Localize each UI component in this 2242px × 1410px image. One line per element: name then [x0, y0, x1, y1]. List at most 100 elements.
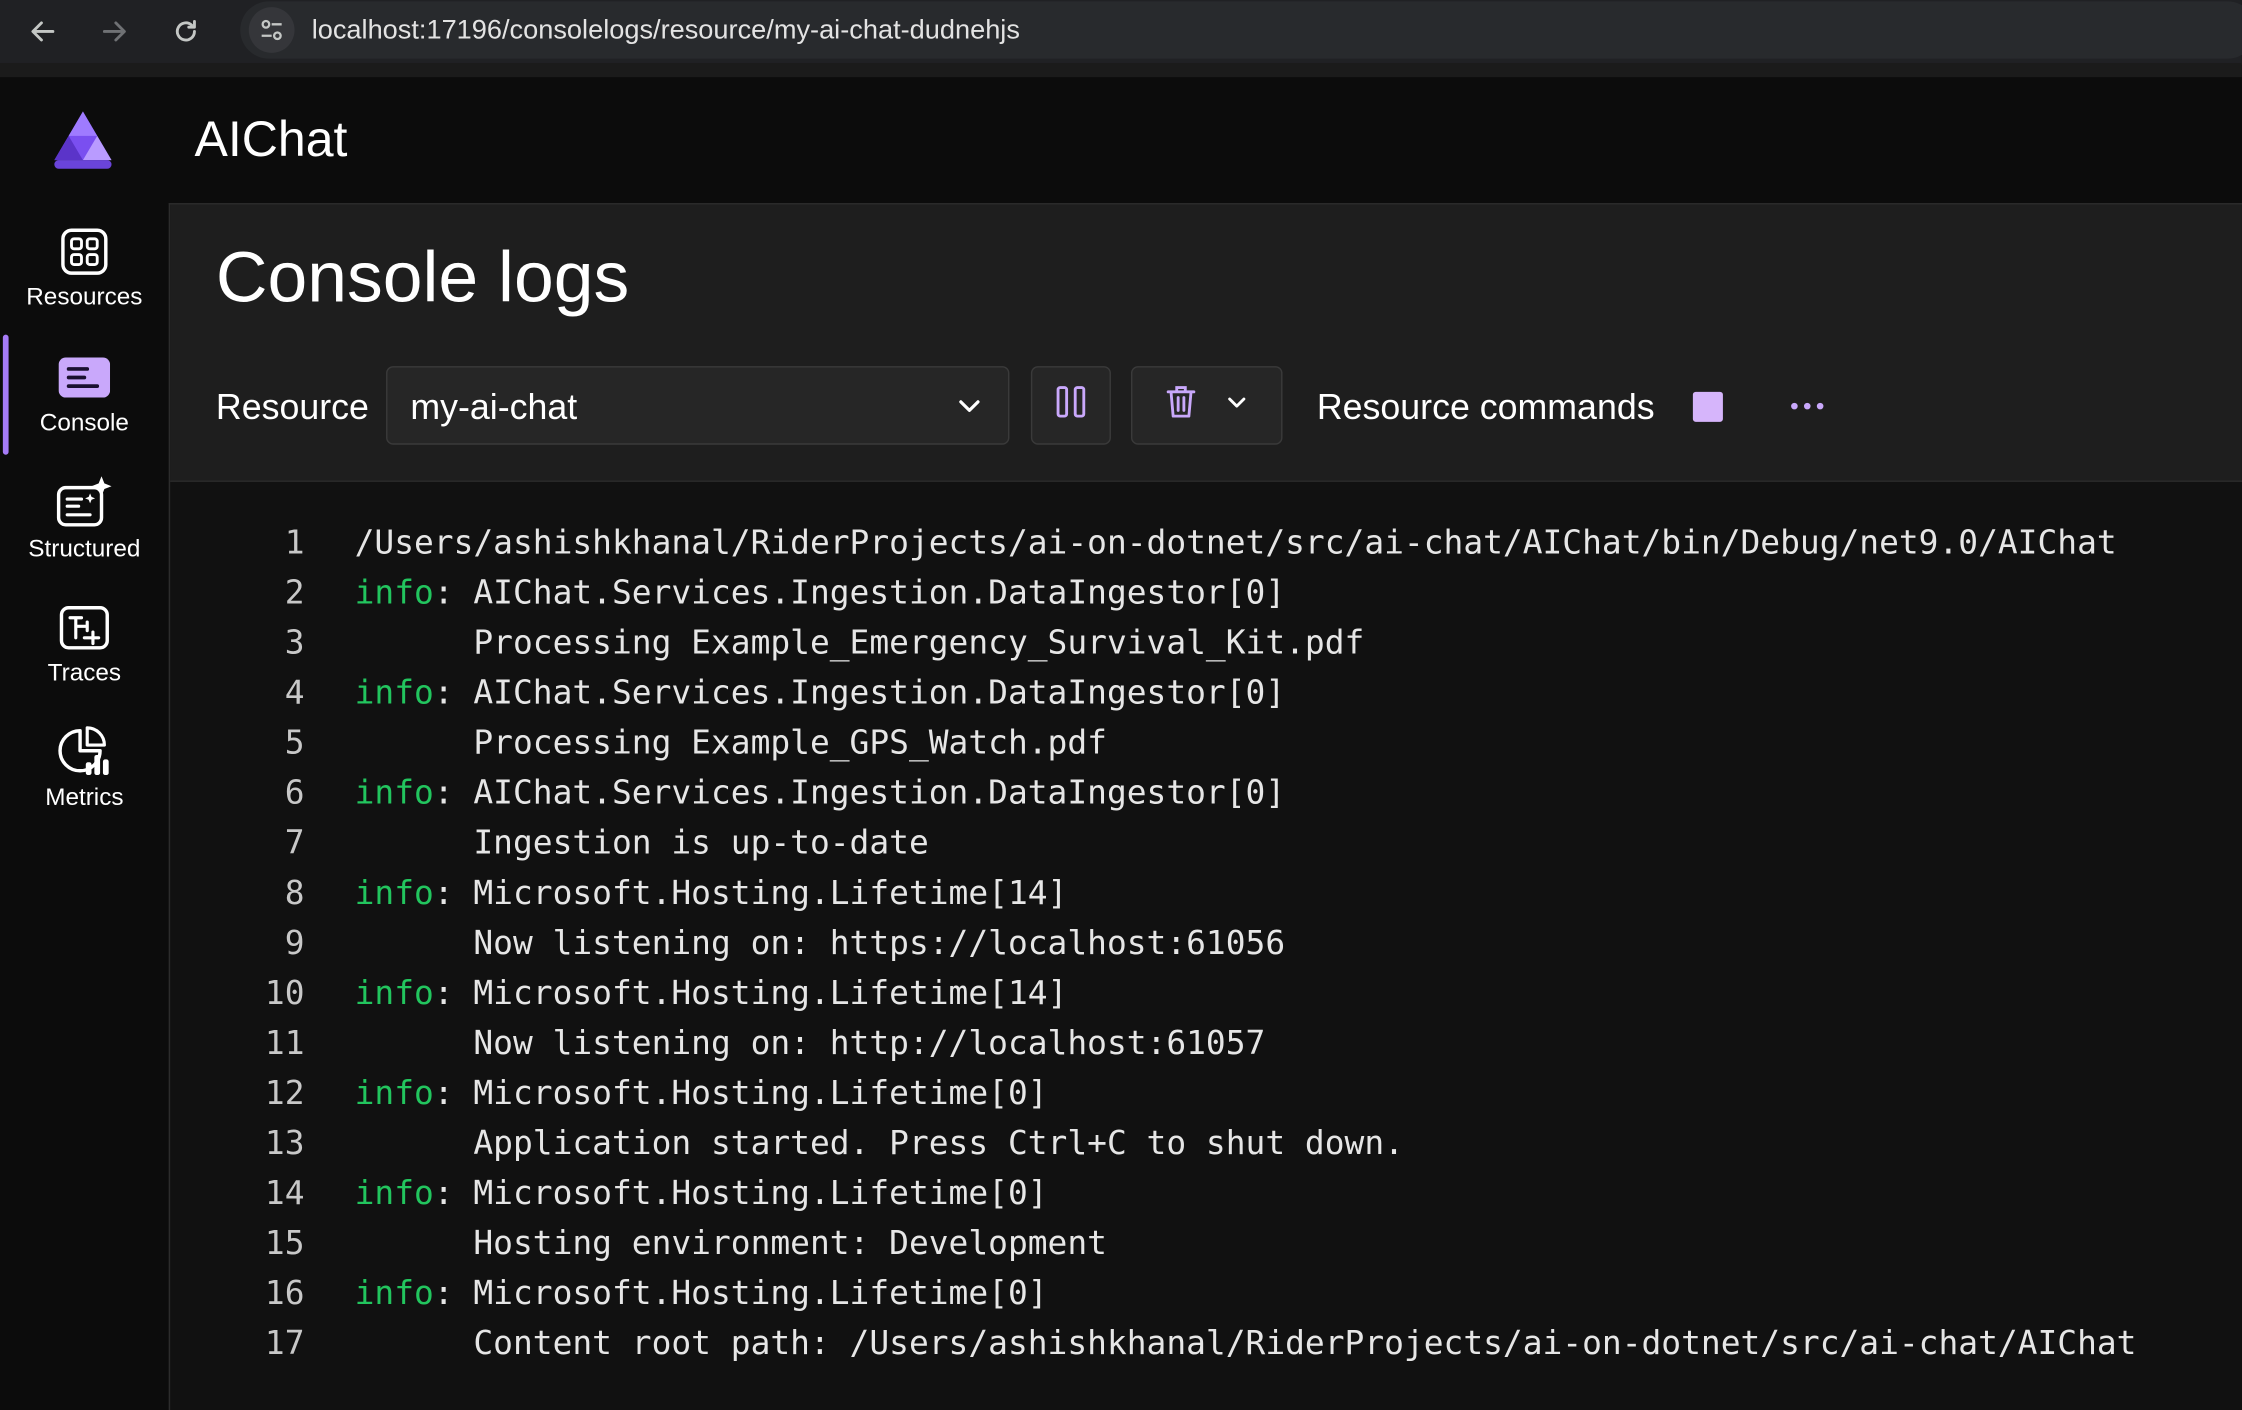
browser-toolbar: localhost:17196/consolelogs/resource/my-… — [0, 0, 2242, 65]
log-level: info — [354, 1075, 434, 1113]
log-text: Processing Example_GPS_Watch.pdf — [355, 725, 1107, 762]
log-message: Processing Example_Emergency_Survival_Ki… — [354, 624, 1365, 663]
log-line: 3 Processing Example_Emergency_Survival_… — [170, 625, 2242, 675]
sidebar-item-label: Resources — [26, 283, 143, 311]
chrome-divider — [0, 62, 2242, 78]
sidebar-item-label: Traces — [47, 659, 122, 687]
log-line: 10 info: Microsoft.Hosting.Lifetime[14] — [170, 975, 2242, 1025]
back-arrow-icon[interactable] — [23, 11, 63, 51]
log-message: : Microsoft.Hosting.Lifetime[0] — [433, 1075, 1048, 1113]
sidebar-item-structured[interactable]: Structured — [0, 466, 169, 580]
log-message: : AIChat.Services.Ingestion.DataIngestor… — [433, 775, 1286, 813]
line-number: 9 — [284, 925, 305, 963]
log-level: info — [354, 1275, 434, 1313]
log-message: Now listening on: http://localhost:61057 — [354, 1025, 1266, 1063]
log-text: info: Microsoft.Hosting.Lifetime[0] — [355, 1075, 1048, 1112]
aspire-logo-icon[interactable] — [49, 109, 118, 172]
site-settings-icon[interactable] — [248, 7, 295, 53]
log-text: Now listening on: https://localhost:6105… — [354, 925, 1286, 963]
sidebar-item-resources[interactable]: Resources — [0, 214, 169, 328]
chevron-down-icon — [954, 390, 985, 421]
reload-icon[interactable] — [166, 11, 206, 51]
log-line: 5 Processing Example_GPS_Watch.pdf — [170, 725, 2242, 775]
sidebar: Resources Console Structured Traces Metr… — [0, 203, 169, 1410]
log-line: 1/Users/ashishkhanal/RiderProjects/ai-on… — [170, 525, 2242, 575]
line-number: 3 — [284, 624, 305, 663]
log-line: 4 info: AIChat.Services.Ingestion.DataIng… — [170, 675, 2242, 725]
pause-icon — [1054, 385, 1088, 426]
more-options-icon[interactable] — [1783, 382, 1834, 431]
line-number: 15 — [264, 1225, 305, 1263]
traces-icon — [56, 599, 113, 656]
app-header: AIChat — [0, 77, 2242, 204]
toolbar: Console logs Resource my-ai-chat Resourc… — [170, 204, 2242, 482]
log-text: info: Microsoft.Hosting.Lifetime[14] — [355, 875, 1068, 912]
log-text: Ingestion is up-to-date — [354, 825, 929, 863]
log-message: /Users/ashishkhanal/RiderProjects/ai-on-… — [354, 524, 2117, 562]
log-text: info: Microsoft.Hosting.Lifetime[0] — [355, 1175, 1048, 1212]
log-text: Application started. Press Ctrl+C to shu… — [355, 1125, 1404, 1162]
log-message: Processing Example_GPS_Watch.pdf — [354, 725, 1107, 763]
log-text: Content root path: /Users/ashishkhanal/R… — [355, 1326, 2137, 1363]
line-number: 16 — [264, 1275, 305, 1313]
log-message: : Microsoft.Hosting.Lifetime[0] — [433, 1175, 1048, 1213]
clear-logs-button[interactable] — [1130, 366, 1283, 445]
log-line: 16 info: Microsoft.Hosting.Lifetime[0] — [170, 1276, 2242, 1326]
line-number: 14 — [264, 1175, 305, 1213]
log-text: info: AIChat.Services.Ingestion.DataInge… — [355, 775, 1286, 812]
log-line: 14 info: Microsoft.Hosting.Lifetime[0] — [170, 1175, 2242, 1225]
log-level: info — [354, 875, 434, 913]
resource-label: Resource — [215, 387, 369, 428]
log-message: Application started. Press Ctrl+C to shu… — [354, 1125, 1404, 1163]
log-level: info — [354, 1175, 434, 1213]
log-level: info — [354, 574, 434, 613]
line-number: 17 — [264, 1325, 305, 1363]
url-text[interactable]: localhost:17196/consolelogs/resource/my-… — [312, 16, 1020, 47]
log-message: Ingestion is up-to-date — [354, 825, 929, 863]
trash-icon — [1164, 383, 1198, 427]
main-panel: Console logs Resource my-ai-chat Resourc… — [168, 203, 2242, 1410]
log-line: 9 Now listening on: https://localhost:61… — [170, 925, 2242, 975]
log-line: 6 info: AIChat.Services.Ingestion.DataIng… — [170, 775, 2242, 825]
log-message: Now listening on: https://localhost:6105… — [354, 925, 1286, 963]
pause-button[interactable] — [1030, 366, 1111, 445]
log-line: 15 Hosting environment: Development — [170, 1226, 2242, 1276]
log-level: info — [354, 674, 434, 713]
resource-select-value: my-ai-chat — [410, 387, 578, 428]
line-number: 13 — [264, 1125, 305, 1163]
line-number: 5 — [284, 725, 305, 763]
line-number: 8 — [284, 875, 305, 913]
grid-icon — [56, 223, 113, 280]
line-number: 11 — [264, 1025, 305, 1063]
log-level: info — [354, 975, 434, 1013]
log-message: : AIChat.Services.Ingestion.DataIngestor… — [433, 674, 1286, 713]
line-number: 12 — [264, 1075, 305, 1113]
sidebar-item-metrics[interactable]: Metrics — [0, 715, 169, 829]
log-message: : Microsoft.Hosting.Lifetime[14] — [433, 875, 1068, 913]
log-message: Content root path: /Users/ashishkhanal/R… — [354, 1325, 2137, 1363]
log-line: 2 info: AIChat.Services.Ingestion.DataIng… — [170, 575, 2242, 625]
app-title[interactable]: AIChat — [194, 112, 347, 169]
line-number: 6 — [284, 775, 305, 813]
resource-select[interactable]: my-ai-chat — [386, 366, 1010, 445]
sidebar-item-console[interactable]: Console — [0, 334, 169, 455]
structured-logs-icon — [56, 475, 113, 532]
log-text: /Users/ashishkhanal/RiderProjects/ai-on-… — [355, 525, 2117, 562]
sidebar-item-label: Console — [39, 408, 129, 437]
log-line: 8 info: Microsoft.Hosting.Lifetime[14] — [170, 875, 2242, 925]
line-number: 4 — [284, 674, 305, 713]
sidebar-item-label: Structured — [28, 534, 141, 562]
log-line: 13 Application started. Press Ctrl+C to … — [170, 1125, 2242, 1175]
log-message: : Microsoft.Hosting.Lifetime[0] — [433, 1275, 1048, 1313]
log-text: info: AIChat.Services.Ingestion.DataInge… — [355, 675, 1286, 712]
log-message: : AIChat.Services.Ingestion.DataIngestor… — [433, 574, 1286, 613]
sidebar-item-traces[interactable]: Traces — [0, 591, 169, 705]
metrics-icon — [56, 724, 113, 781]
line-number: 2 — [284, 574, 305, 613]
log-text: Now listening on: http://localhost:61057 — [354, 1025, 1266, 1063]
forward-arrow-icon[interactable] — [94, 11, 134, 51]
address-bar[interactable]: localhost:17196/consolelogs/resource/my-… — [240, 1, 2242, 59]
sidebar-item-label: Metrics — [45, 783, 124, 811]
log-line: 11 Now listening on: http://localhost:61… — [170, 1025, 2242, 1075]
stop-icon[interactable] — [1692, 391, 1723, 422]
